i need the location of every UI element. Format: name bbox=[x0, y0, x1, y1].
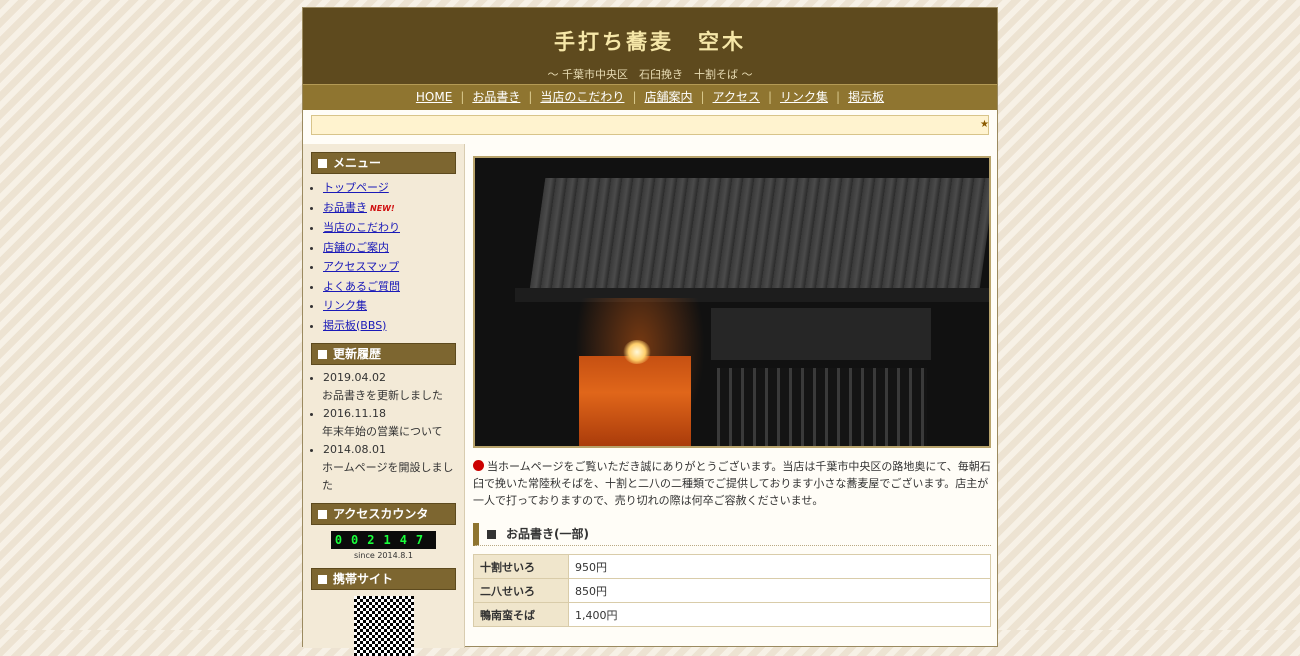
menu-item-price: 850円 bbox=[568, 578, 991, 603]
counter-digits: 002147 bbox=[330, 531, 437, 549]
nav-separator: | bbox=[700, 90, 705, 104]
nav-separator: | bbox=[528, 90, 533, 104]
news-ticker: ★ bbox=[311, 115, 989, 135]
site-title: 手打ち蕎麦 空木 bbox=[554, 30, 746, 54]
square-icon bbox=[487, 530, 496, 539]
nav-bbs[interactable]: 掲示板 bbox=[848, 90, 884, 104]
sidebar-mobile-heading: 携帯サイト bbox=[311, 568, 456, 590]
ticker-star-icon: ★ bbox=[980, 119, 989, 130]
sidebar-item-store-info: 店舗のご案内 bbox=[323, 238, 464, 258]
main-content: 当ホームページをご覧いただき誠にありがとうございます。当店は千葉市中央区の路地奥… bbox=[473, 156, 991, 627]
menu-item-price: 1,400円 bbox=[568, 602, 991, 627]
update-text: お品書きを更新しました bbox=[322, 389, 443, 402]
lamp-icon bbox=[623, 340, 651, 364]
nav-links[interactable]: リンク集 bbox=[780, 90, 828, 104]
update-date: 2014.08.01 bbox=[323, 443, 386, 456]
sidebar-item-commitment: 当店のこだわり bbox=[323, 218, 464, 238]
roof-tiles bbox=[528, 178, 989, 296]
nav-separator: | bbox=[767, 90, 772, 104]
square-icon bbox=[318, 350, 327, 359]
sidebar-item-links: リンク集 bbox=[323, 296, 464, 316]
sidebar-item-access-map: アクセスマップ bbox=[323, 257, 464, 277]
update-date: 2016.11.18 bbox=[323, 407, 386, 420]
global-nav: HOME | お品書き | 当店のこだわり | 店舗案内 | アクセス | リンク集 | 掲示板 bbox=[303, 84, 997, 110]
update-item: 2016.11.18 年末年始の営業について bbox=[322, 405, 464, 441]
square-icon bbox=[318, 575, 327, 584]
menu-item-name: 鴨南蛮そば bbox=[473, 602, 569, 627]
wall bbox=[711, 308, 931, 360]
sidebar-item-bbs: 掲示板(BBS) bbox=[323, 316, 464, 336]
table-row: 十割せいろ 950円 bbox=[473, 554, 991, 579]
update-text: 年末年始の営業について bbox=[322, 425, 443, 438]
nav-access[interactable]: アクセス bbox=[713, 90, 760, 104]
qr-code-icon bbox=[353, 596, 414, 656]
sidebar: メニュー トップページ お品書きNEW! 当店のこだわり 店舗のご案内 アクセス… bbox=[303, 144, 465, 656]
menu-item-price: 950円 bbox=[568, 554, 991, 579]
sidebar-counter-heading: アクセスカウンタ bbox=[311, 503, 456, 525]
update-item: 2014.08.01 ホームページを開設しました bbox=[322, 441, 464, 495]
nav-separator: | bbox=[632, 90, 637, 104]
intro-text: 当ホームページをご覧いただき誠にありがとうございます。当店は千葉市中央区の路地奥… bbox=[473, 460, 991, 507]
menu-item-name: 十割せいろ bbox=[473, 554, 569, 579]
table-row: 二八せいろ 850円 bbox=[473, 578, 991, 603]
red-dot-icon bbox=[473, 460, 484, 471]
sidebar-item-menu: お品書きNEW! bbox=[323, 198, 464, 219]
sidebar-item-faq: よくあるご質問 bbox=[323, 277, 464, 297]
storefront-photo bbox=[473, 156, 991, 448]
nav-commitment[interactable]: 当店のこだわり bbox=[540, 90, 624, 104]
update-history-list: 2019.04.02 お品書きを更新しました 2016.11.18 年末年始の営業に… bbox=[303, 369, 464, 495]
nav-menu[interactable]: お品書き bbox=[472, 90, 520, 104]
nav-separator: | bbox=[460, 90, 465, 104]
nav-home[interactable]: HOME bbox=[416, 90, 452, 104]
lattice-window bbox=[717, 368, 927, 446]
sidebar-item-top: トップページ bbox=[323, 178, 464, 198]
sidebar-menu-heading: メニュー bbox=[311, 152, 456, 174]
nav-separator: | bbox=[836, 90, 841, 104]
intro-text-block: 当ホームページをご覧いただき誠にありがとうございます。当店は千葉市中央区の路地奥… bbox=[473, 458, 991, 509]
update-date: 2019.04.02 bbox=[323, 371, 386, 384]
sidebar-updates-heading: 更新履歴 bbox=[311, 343, 456, 365]
menu-section-heading: お品書き(一部) bbox=[473, 523, 991, 546]
noren-curtain bbox=[579, 356, 691, 446]
access-counter: 002147 since 2014.8.1 bbox=[303, 531, 464, 560]
update-text: ホームページを開設しました bbox=[322, 461, 454, 492]
update-item: 2019.04.02 お品書きを更新しました bbox=[322, 369, 464, 405]
sidebar-menu-list: トップページ お品書きNEW! 当店のこだわり 店舗のご案内 アクセスマップ よ… bbox=[303, 178, 464, 335]
new-badge: NEW! bbox=[370, 203, 395, 213]
square-icon bbox=[318, 159, 327, 168]
table-row: 鴨南蛮そば 1,400円 bbox=[473, 602, 991, 627]
menu-item-name: 二八せいろ bbox=[473, 578, 569, 603]
site-header: 手打ち蕎麦 空木 ～ 千葉市中央区 石臼挽き 十割そば ～ bbox=[303, 8, 997, 84]
site-subtitle: ～ 千葉市中央区 石臼挽き 十割そば ～ bbox=[547, 68, 753, 81]
nav-store-info[interactable]: 店舗案内 bbox=[644, 90, 692, 104]
menu-table: 十割せいろ 950円 二八せいろ 850円 鴨南蛮そば 1,400円 bbox=[473, 554, 991, 627]
square-icon bbox=[318, 510, 327, 519]
counter-since: since 2014.8.1 bbox=[354, 551, 413, 560]
page-container: 手打ち蕎麦 空木 ～ 千葉市中央区 石臼挽き 十割そば ～ HOME | お品書き |… bbox=[302, 7, 998, 656]
